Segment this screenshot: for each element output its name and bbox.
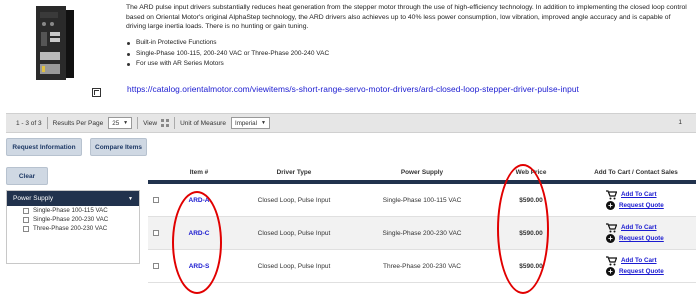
cart-actions: Add To Cart + Request Quote	[576, 222, 696, 244]
checkbox[interactable]	[153, 263, 159, 269]
checkbox[interactable]	[23, 216, 29, 223]
request-information-button[interactable]: Request Information	[6, 138, 82, 156]
checkbox[interactable]	[153, 197, 159, 203]
product-description: The ARD pulse input drivers substantiall…	[126, 4, 687, 30]
filter-option[interactable]: Single-Phase 200-230 VAC	[23, 215, 139, 224]
divider	[137, 117, 139, 129]
divider	[46, 117, 48, 129]
divider	[174, 117, 176, 129]
product-image	[36, 6, 74, 80]
plus-circle-icon[interactable]: +	[606, 267, 615, 276]
grid-view-icon[interactable]	[161, 119, 170, 127]
filter-option-label: Single-Phase 100-115 VAC	[33, 207, 108, 214]
driver-type-cell: Closed Loop, Pulse Input	[257, 196, 331, 204]
zoom-icon[interactable]	[92, 88, 101, 97]
filter-option[interactable]: Single-Phase 100-115 VAC	[23, 206, 139, 215]
request-quote-link[interactable]: Request Quote	[619, 235, 664, 242]
row-select[interactable]	[148, 230, 168, 236]
cart-actions: Add To Cart + Request Quote	[576, 255, 696, 277]
add-to-cart-link[interactable]: Add To Cart	[621, 257, 657, 264]
product-feature-list: Built-in Protective Functions Single-Pha…	[126, 38, 329, 70]
header-power-supply[interactable]: Power Supply	[358, 169, 486, 176]
header-driver-type[interactable]: Driver Type	[230, 169, 358, 176]
checkbox[interactable]	[153, 230, 159, 236]
plus-circle-icon[interactable]: +	[606, 234, 615, 243]
cart-icon[interactable]	[606, 222, 617, 233]
checkbox[interactable]	[23, 225, 29, 232]
feature-item: For use with AR Series Motors	[126, 59, 329, 70]
power-supply-cell: Three-Phase 200-230 VAC	[383, 262, 461, 270]
pagination-bar: 1 - 3 of 3 Results Per Page 25 ▼ View Un…	[6, 113, 696, 133]
uom-value: Imperial	[234, 119, 257, 127]
compare-items-button[interactable]: Compare Items	[90, 138, 147, 156]
clear-filters-button[interactable]: Clear	[6, 167, 48, 185]
results-per-page-value: 25	[112, 119, 120, 127]
filter-option-label: Single-Phase 200-230 VAC	[33, 216, 109, 223]
annotation-ellipse-prices	[497, 164, 549, 294]
plus-circle-icon[interactable]: +	[606, 201, 615, 210]
request-quote-link[interactable]: Request Quote	[619, 202, 664, 209]
table-row: ARD-S Closed Loop, Pulse Input Three-Pha…	[148, 250, 696, 283]
driver-type-cell: Closed Loop, Pulse Input	[257, 229, 331, 237]
table-row: ARD-A Closed Loop, Pulse Input Single-Ph…	[148, 184, 696, 217]
filter-header[interactable]: Power Supply ▼	[7, 191, 139, 206]
power-supply-filter: Power Supply ▼ Single-Phase 100-115 VAC …	[6, 190, 140, 264]
chevron-down-icon: ▼	[260, 120, 266, 126]
filter-title: Power Supply	[13, 195, 54, 202]
feature-item: Single-Phase 100-115, 200-240 VAC or Thr…	[126, 49, 329, 60]
product-url-link[interactable]: https://catalog.orientalmotor.com/viewit…	[127, 84, 579, 94]
header-item[interactable]: Item #	[168, 169, 230, 176]
page-number[interactable]: 1	[678, 119, 682, 126]
cart-icon[interactable]	[606, 189, 617, 200]
power-supply-cell: Single-Phase 100-115 VAC	[382, 196, 462, 204]
feature-item: Built-in Protective Functions	[126, 38, 329, 49]
header-add-to-cart: Add To Cart / Contact Sales	[594, 169, 678, 176]
row-select[interactable]	[148, 197, 168, 203]
driver-type-cell: Closed Loop, Pulse Input	[257, 262, 331, 270]
results-table: Item # Driver Type Power Supply Web Pric…	[148, 165, 696, 283]
row-select[interactable]	[148, 263, 168, 269]
cart-icon[interactable]	[606, 255, 617, 266]
annotation-ellipse-items	[172, 191, 222, 294]
table-header: Item # Driver Type Power Supply Web Pric…	[148, 165, 696, 184]
chevron-down-icon: ▼	[128, 195, 133, 202]
add-to-cart-link[interactable]: Add To Cart	[621, 191, 657, 198]
power-supply-cell: Single-Phase 200-230 VAC	[382, 229, 462, 237]
add-to-cart-link[interactable]: Add To Cart	[621, 224, 657, 231]
results-per-page-select[interactable]: 25 ▼	[108, 117, 133, 129]
uom-select[interactable]: Imperial ▼	[230, 117, 270, 129]
view-label: View	[143, 119, 158, 127]
results-range: 1 - 3 of 3	[16, 119, 42, 127]
results-per-page-label: Results Per Page	[52, 119, 104, 127]
table-row: ARD-C Closed Loop, Pulse Input Single-Ph…	[148, 217, 696, 250]
cart-actions: Add To Cart + Request Quote	[576, 189, 696, 211]
uom-label: Unit of Measure	[180, 119, 226, 127]
filter-option[interactable]: Three-Phase 200-230 VAC	[23, 224, 139, 233]
chevron-down-icon: ▼	[123, 120, 129, 126]
request-quote-link[interactable]: Request Quote	[619, 268, 664, 275]
checkbox[interactable]	[23, 207, 29, 214]
filter-option-label: Three-Phase 200-230 VAC	[33, 225, 108, 232]
